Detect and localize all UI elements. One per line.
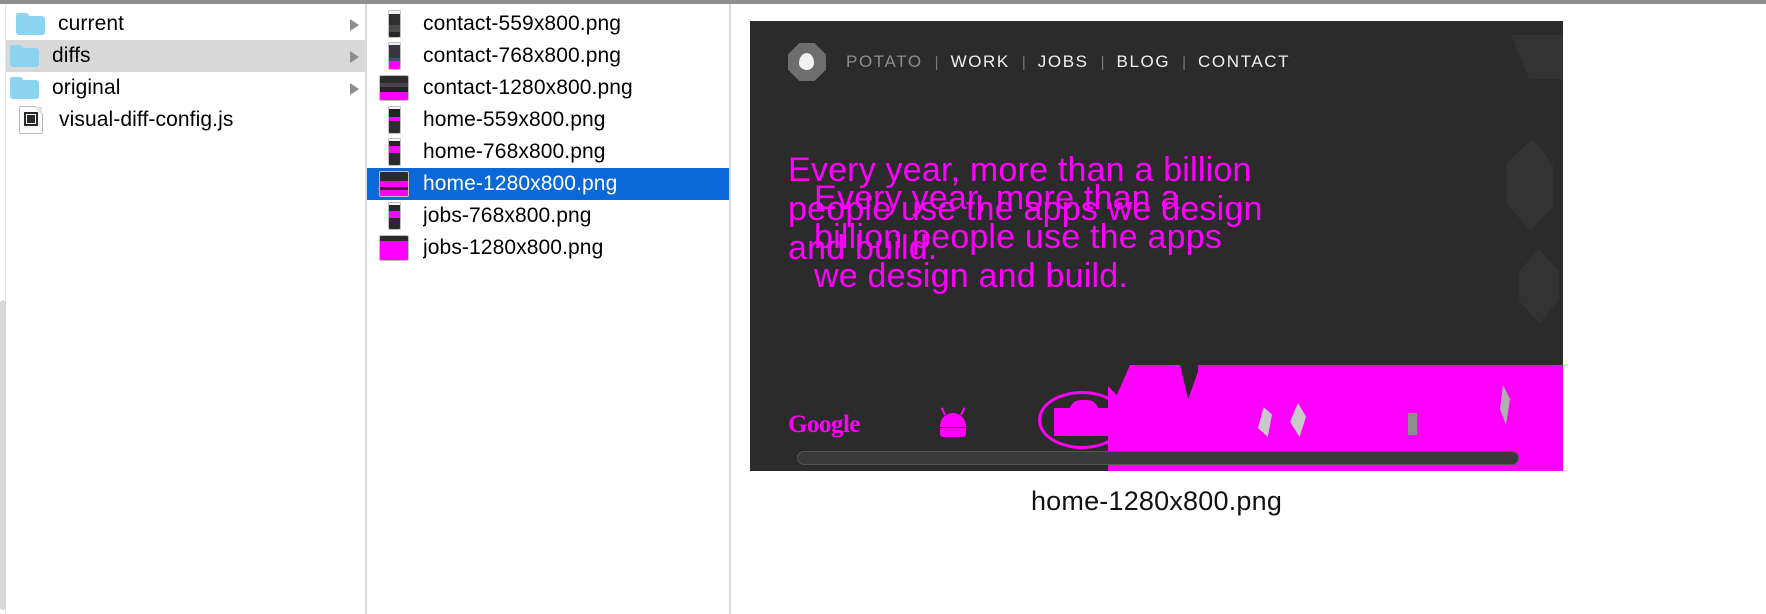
potato-logo-icon	[788, 43, 826, 81]
chevron-right-icon[interactable]	[347, 49, 361, 63]
file-name-label: jobs-768x800.png	[423, 204, 592, 227]
thumbnail-slot	[377, 106, 411, 134]
nav-separator: |	[1021, 53, 1026, 71]
thumbnail-slot	[377, 171, 411, 197]
file-name-label: home-1280x800.png	[423, 172, 618, 195]
thumbnail-slot	[377, 10, 411, 38]
file-name-label: current	[58, 12, 125, 35]
preview-caption: home-1280x800.png	[1030, 486, 1283, 516]
thumbnail-slot	[377, 42, 411, 70]
file-row[interactable]: home-1280x800.png	[367, 168, 731, 200]
file-name-label: home-559x800.png	[423, 108, 606, 131]
finder-column-files: contact-559x800.png contact-768x800.png co…	[367, 0, 731, 614]
thumbnail-slot	[377, 75, 411, 101]
file-row[interactable]: contact-768x800.png	[367, 40, 731, 72]
png-thumbnail-icon	[387, 106, 401, 134]
nav-link-work[interactable]: WORK	[951, 52, 1010, 72]
file-row[interactable]: jobs-768x800.png	[367, 200, 731, 232]
page-horizontal-scrollbar[interactable]	[797, 451, 1519, 465]
folder-icon	[10, 76, 40, 100]
file-name-label: contact-768x800.png	[423, 44, 622, 67]
finder-window: current diffs original visual-diff-confi…	[0, 0, 1766, 614]
diff-headline-current: Every year, more than a billion people u…	[814, 179, 1223, 295]
finder-column-parent: current diffs original visual-diff-confi…	[0, 0, 367, 614]
nav-link-blog[interactable]: BLOG	[1117, 52, 1171, 72]
nav-link-jobs[interactable]: JOBS	[1038, 52, 1089, 72]
file-row-original[interactable]: original	[0, 72, 367, 104]
png-thumbnail-icon	[387, 202, 401, 230]
android-logo-icon	[938, 407, 968, 437]
file-row[interactable]: contact-1280x800.png	[367, 72, 731, 104]
nav-separator: |	[934, 53, 939, 71]
png-thumbnail-icon	[379, 171, 409, 197]
folder-icon	[10, 44, 40, 68]
preview-image[interactable]: POTATO | WORK | JOBS | BLOG | CONTACT Ev…	[750, 21, 1563, 471]
chevron-placeholder-icon	[347, 113, 361, 127]
file-row[interactable]: home-768x800.png	[367, 136, 731, 168]
page-decor-shape	[1519, 249, 1559, 323]
left-scrollbar-thumb[interactable]	[0, 300, 6, 610]
javascript-document-icon	[19, 106, 43, 134]
nav-brand-potato[interactable]: POTATO	[846, 52, 923, 72]
seal-logo-icon	[1038, 391, 1126, 449]
png-thumbnail-icon	[387, 10, 401, 38]
nav-link-contact[interactable]: CONTACT	[1198, 52, 1290, 72]
chevron-right-icon[interactable]	[347, 17, 361, 31]
page-decor-shape	[1511, 35, 1563, 79]
png-thumbnail-icon	[387, 138, 401, 166]
file-name-label: original	[52, 76, 121, 99]
nav-separator: |	[1182, 53, 1187, 71]
file-row-current[interactable]: current	[0, 8, 367, 40]
file-name-label: diffs	[52, 44, 91, 67]
finder-column-preview: POTATO | WORK | JOBS | BLOG | CONTACT Ev…	[731, 0, 1766, 614]
column-divider[interactable]	[729, 0, 731, 614]
png-thumbnail-icon	[379, 235, 409, 261]
file-row-diffs[interactable]: diffs	[0, 40, 367, 72]
png-thumbnail-icon	[387, 42, 401, 70]
file-name-label: contact-1280x800.png	[423, 76, 633, 99]
file-name-label: visual-diff-config.js	[59, 108, 234, 131]
page-decor-shape	[1507, 139, 1553, 231]
site-logo-strip: Google	[788, 389, 1528, 451]
file-name-label: jobs-1280x800.png	[423, 236, 604, 259]
file-row-visual-diff-config[interactable]: visual-diff-config.js	[0, 104, 367, 136]
folder-icon	[16, 12, 46, 36]
thumbnail-slot	[377, 235, 411, 261]
png-thumbnail-icon	[379, 75, 409, 101]
column-divider[interactable]	[365, 0, 367, 614]
thumbnail-slot	[377, 202, 411, 230]
file-name-label: contact-559x800.png	[423, 12, 622, 35]
file-row[interactable]: jobs-1280x800.png	[367, 232, 731, 264]
file-row[interactable]: home-559x800.png	[367, 104, 731, 136]
file-name-label: home-768x800.png	[423, 140, 606, 163]
thumbnail-slot	[377, 138, 411, 166]
site-navbar: POTATO | WORK | JOBS | BLOG | CONTACT	[788, 43, 1290, 81]
file-row[interactable]: contact-559x800.png	[367, 8, 731, 40]
nav-separator: |	[1100, 53, 1105, 71]
window-top-chrome-strip	[0, 0, 1766, 4]
google-logo: Google	[788, 411, 861, 438]
chevron-right-icon[interactable]	[347, 81, 361, 95]
